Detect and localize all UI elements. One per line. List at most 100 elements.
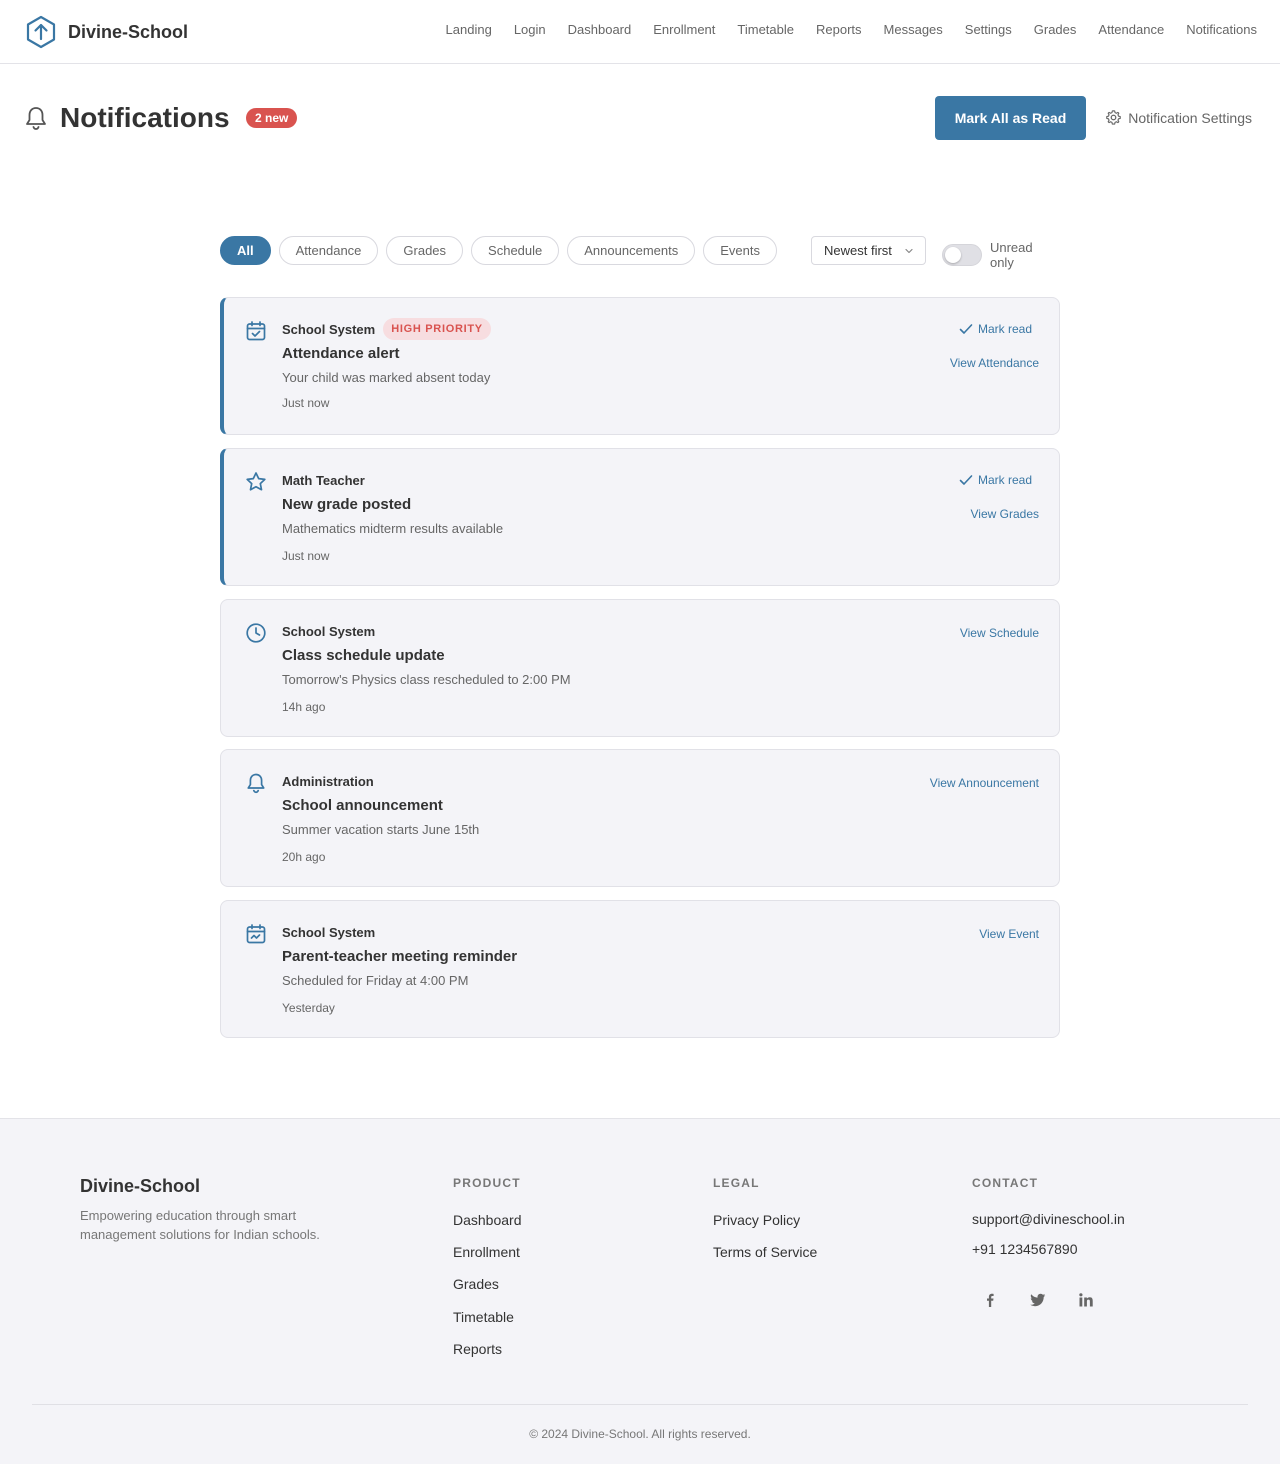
gear-icon (1106, 110, 1122, 125)
copyright: © 2024 Divine-School. All rights reserve… (529, 1427, 751, 1441)
notification-content: Math Teacher New grade posted Mathematic… (282, 469, 504, 564)
mark-read-label: Mark read (977, 473, 1032, 487)
notification-settings-label: Notification Settings (1128, 109, 1252, 126)
logo-icon (26, 15, 56, 49)
nav-notifications[interactable]: Notifications (1186, 22, 1257, 37)
chip-announcements[interactable]: Announcements (567, 236, 696, 265)
nav-landing[interactable]: Landing (446, 22, 492, 37)
notification-description: Your child was marked absent today (282, 370, 491, 385)
mark-all-read-button[interactable]: Mark All as Read (935, 96, 1086, 140)
category-chips: All Attendance Grades Schedule Announcem… (220, 236, 785, 265)
footer-link-reports[interactable]: Reports (453, 1341, 522, 1357)
priority-badge: HIGH PRIORITY (383, 318, 491, 340)
nav-grades[interactable]: Grades (1034, 22, 1077, 37)
notification-card[interactable]: School System HIGH PRIORITY Attendance a… (220, 297, 1060, 435)
toggle-switch[interactable] (942, 244, 982, 266)
view-announcement-link[interactable]: View Announcement (930, 776, 1039, 790)
nav-messages[interactable]: Messages (884, 22, 943, 37)
footer-link-timetable[interactable]: Timetable (453, 1309, 522, 1325)
nav-login[interactable]: Login (514, 22, 546, 37)
notification-time: 14h ago (282, 700, 326, 714)
notification-description: Tomorrow's Physics class rescheduled to … (282, 672, 571, 687)
page-title: Notifications (60, 102, 230, 133)
notification-card[interactable]: School System Parent-teacher meeting rem… (220, 900, 1060, 1038)
notification-content: School System HIGH PRIORITY Attendance a… (282, 318, 491, 410)
chip-grades[interactable]: Grades (386, 236, 464, 265)
notification-card[interactable]: Math Teacher New grade posted Mathematic… (220, 448, 1060, 586)
notification-description: Scheduled for Friday at 4:00 PM (282, 973, 469, 988)
notification-card[interactable]: School System Class schedule update Tomo… (220, 599, 1060, 737)
mark-read-label: Mark read (977, 322, 1032, 336)
notification-sender: Math Teacher (282, 472, 365, 488)
mark-read-button[interactable]: Mark read (959, 473, 1032, 487)
star-icon (246, 472, 266, 491)
notification-sender: School System (282, 924, 376, 940)
check-icon (959, 475, 973, 485)
linkedin-link[interactable] (1068, 1282, 1104, 1318)
footer-brand: Divine-School (80, 1176, 201, 1196)
footer-link-privacy[interactable]: Privacy Policy (713, 1212, 817, 1228)
new-count-badge: 2 new (246, 108, 298, 128)
chip-all[interactable]: All (220, 236, 271, 265)
twitter-icon (1030, 1293, 1046, 1307)
nav-settings[interactable]: Settings (965, 22, 1012, 37)
notification-title: School announcement (282, 797, 443, 814)
chip-schedule[interactable]: Schedule (471, 236, 560, 265)
notification-sender: School System (282, 623, 376, 639)
view-attendance-link[interactable]: View Attendance (950, 356, 1039, 370)
nav-attendance[interactable]: Attendance (1098, 22, 1164, 37)
check-icon (959, 324, 973, 334)
nav-reports[interactable]: Reports (816, 22, 862, 37)
view-grades-link[interactable]: View Grades (971, 507, 1039, 521)
notification-title: Parent-teacher meeting reminder (282, 948, 518, 965)
twitter-link[interactable] (1020, 1282, 1056, 1318)
top-navbar: Divine-School Landing Login Dashboard En… (0, 0, 1280, 64)
page-header: Notifications 2 new Mark All as Read Not… (24, 96, 1252, 140)
footer-legal-title: LEGAL (713, 1176, 760, 1190)
notification-description: Mathematics midterm results available (282, 521, 504, 536)
footer-legal-column: LEGAL Privacy Policy Terms of Service (713, 1176, 817, 1260)
footer-email-link[interactable]: support@divineschool.in (972, 1211, 1125, 1227)
unread-only-toggle[interactable]: Unread only (942, 240, 1060, 270)
sort-select[interactable]: Newest first (811, 236, 926, 265)
mark-read-button[interactable]: Mark read (959, 322, 1032, 336)
footer-phone-link[interactable]: +91 1234567890 (972, 1241, 1125, 1257)
toggle-knob (945, 247, 961, 263)
nav-timetable[interactable]: Timetable (737, 22, 794, 37)
notification-card[interactable]: Administration School announcement Summe… (220, 749, 1060, 887)
footer-product-title: PRODUCT (453, 1176, 521, 1190)
nav-dashboard[interactable]: Dashboard (568, 22, 632, 37)
unread-only-label: Unread only (989, 240, 1033, 270)
notification-content: School System Parent-teacher meeting rem… (282, 921, 518, 1016)
nav-enrollment[interactable]: Enrollment (653, 22, 715, 37)
footer-link-grades[interactable]: Grades (453, 1276, 522, 1292)
chevron-down-icon (905, 248, 913, 254)
social-links (972, 1282, 1116, 1318)
notification-description: Summer vacation starts June 15th (282, 822, 480, 837)
brand[interactable]: Divine-School (24, 15, 188, 49)
notification-sender: Administration (282, 773, 374, 789)
view-schedule-link[interactable]: View Schedule (960, 626, 1039, 640)
view-event-link[interactable]: View Event (979, 927, 1039, 941)
notification-settings-link[interactable]: Notification Settings (1105, 109, 1252, 126)
notification-title: New grade posted (282, 496, 412, 513)
notification-sender: School System (282, 321, 376, 337)
clock-icon (246, 623, 266, 643)
calendar-event-icon (246, 924, 266, 944)
footer-link-enrollment[interactable]: Enrollment (453, 1244, 522, 1260)
main-nav: Landing Login Dashboard Enrollment Timet… (424, 22, 1257, 37)
chip-events[interactable]: Events (703, 236, 777, 265)
notification-time: 20h ago (282, 850, 326, 864)
notification-title: Class schedule update (282, 647, 445, 664)
calendar-check-icon (246, 321, 266, 341)
facebook-link[interactable] (972, 1282, 1008, 1318)
sort-value: Newest first (824, 243, 892, 258)
linkedin-icon (1079, 1293, 1093, 1307)
footer-link-terms[interactable]: Terms of Service (713, 1244, 817, 1260)
notification-time: Just now (282, 549, 330, 563)
chip-attendance[interactable]: Attendance (278, 236, 379, 265)
footer-link-dashboard[interactable]: Dashboard (453, 1212, 522, 1228)
bell-icon (26, 107, 46, 130)
bell-icon (247, 773, 265, 794)
notification-time: Just now (282, 396, 330, 410)
